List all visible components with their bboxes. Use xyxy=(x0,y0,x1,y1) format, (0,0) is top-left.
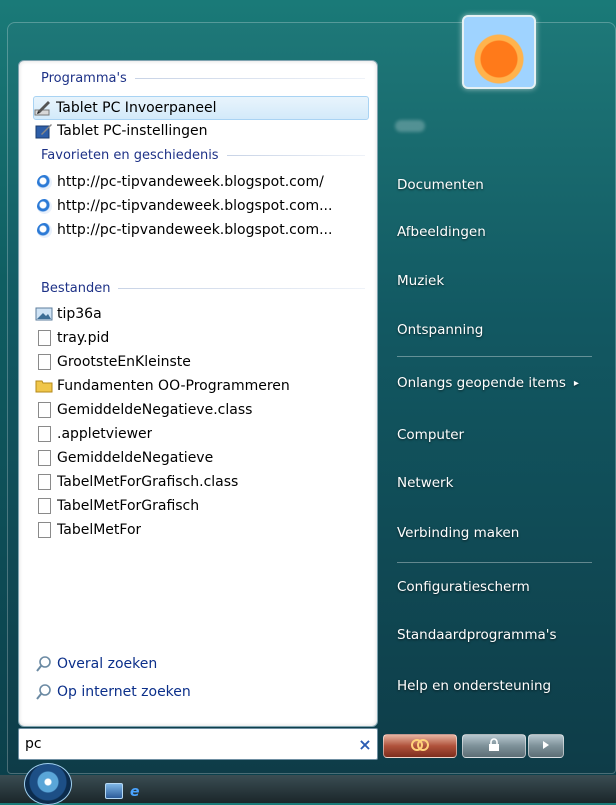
arrow-right-icon xyxy=(542,739,550,753)
right-divider xyxy=(397,562,592,563)
right-item-games[interactable]: Ontspanning xyxy=(397,317,483,343)
folder-icon xyxy=(35,377,53,395)
user-name-blurred xyxy=(395,120,425,132)
image-file-icon xyxy=(35,305,53,323)
section-header-files: Bestanden xyxy=(41,279,365,297)
right-item-help[interactable]: Help en ondersteuning xyxy=(397,673,551,699)
section-divider xyxy=(118,287,365,289)
search-icon xyxy=(35,655,53,673)
search-input[interactable] xyxy=(19,731,353,757)
result-item-file[interactable]: TabelMetForGrafisch xyxy=(35,495,369,517)
file-icon xyxy=(35,329,53,347)
result-item-file[interactable]: TabelMetForGrafisch.class xyxy=(35,471,369,493)
lock-icon xyxy=(487,737,501,755)
clear-search-button[interactable]: × xyxy=(353,735,377,754)
power-icon xyxy=(409,738,431,755)
right-item-documents[interactable]: Documenten xyxy=(397,172,484,198)
result-item-file[interactable]: GemiddeldeNegatieve xyxy=(35,447,369,469)
right-item-recent-items[interactable]: Onlangs geopende items ▸ xyxy=(397,370,579,396)
file-icon xyxy=(35,425,53,443)
right-item-control-panel[interactable]: Configuratiescherm xyxy=(397,574,530,600)
file-icon xyxy=(35,401,53,419)
result-item-file[interactable]: tray.pid xyxy=(35,327,369,349)
result-item-tablet-pc-settings[interactable]: Tablet PC-instellingen xyxy=(35,120,369,142)
section-header-favorites: Favorieten en geschiedenis xyxy=(41,146,365,164)
right-item-default-programs[interactable]: Standaardprogramma's xyxy=(397,622,556,648)
file-icon xyxy=(35,521,53,539)
right-item-pictures[interactable]: Afbeeldingen xyxy=(397,219,486,245)
start-button[interactable] xyxy=(24,763,72,805)
result-item-favorite-1[interactable]: http://pc-tipvandeweek.blogspot.com/ xyxy=(35,171,369,193)
submenu-arrow-icon: ▸ xyxy=(573,377,579,389)
result-item-file[interactable]: TabelMetFor xyxy=(35,519,369,541)
file-icon xyxy=(35,353,53,371)
ie-icon xyxy=(35,173,53,191)
power-options-button[interactable] xyxy=(528,734,564,758)
ie-icon xyxy=(35,221,53,239)
tablet-settings-icon xyxy=(35,122,53,140)
show-desktop-icon[interactable] xyxy=(105,783,123,799)
lock-button[interactable] xyxy=(462,734,526,758)
file-icon xyxy=(35,449,53,467)
result-item-tablet-pc-input-panel[interactable]: Tablet PC Invoerpaneel xyxy=(33,96,369,120)
internet-explorer-icon[interactable]: e xyxy=(128,783,144,800)
power-button[interactable] xyxy=(383,734,457,758)
start-search-box: × xyxy=(18,728,378,760)
ie-icon xyxy=(35,197,53,215)
result-item-file[interactable]: GrootsteEnKleinste xyxy=(35,351,369,373)
result-item-file[interactable]: GemiddeldeNegatieve.class xyxy=(35,399,369,421)
result-item-folder[interactable]: Fundamenten OO-Programmeren xyxy=(35,375,369,397)
result-item-favorite-2[interactable]: http://pc-tipvandeweek.blogspot.com... xyxy=(35,195,369,217)
right-item-computer[interactable]: Computer xyxy=(397,422,464,448)
search-internet-link[interactable]: Op internet zoeken xyxy=(35,681,191,703)
result-item-favorite-3[interactable]: http://pc-tipvandeweek.blogspot.com... xyxy=(35,219,369,241)
search-everywhere-link[interactable]: Overal zoeken xyxy=(35,653,157,675)
right-item-network[interactable]: Netwerk xyxy=(397,470,453,496)
section-divider xyxy=(134,77,365,79)
search-results-pane: Programma's Tablet PC Invoerpaneel Table… xyxy=(18,60,378,727)
right-item-music[interactable]: Muziek xyxy=(397,268,444,294)
right-item-connect[interactable]: Verbinding maken xyxy=(397,520,519,546)
result-item-file[interactable]: .appletviewer xyxy=(35,423,369,445)
search-icon xyxy=(35,683,53,701)
file-icon xyxy=(35,497,53,515)
svg-text:e: e xyxy=(130,784,140,799)
section-header-programs: Programma's xyxy=(41,69,365,87)
file-icon xyxy=(35,473,53,491)
result-item-file[interactable]: tip36a xyxy=(35,303,369,325)
right-divider xyxy=(397,356,592,357)
section-divider xyxy=(226,154,365,156)
pen-icon xyxy=(34,99,52,117)
taskbar xyxy=(0,775,616,803)
user-avatar[interactable] xyxy=(462,15,536,89)
